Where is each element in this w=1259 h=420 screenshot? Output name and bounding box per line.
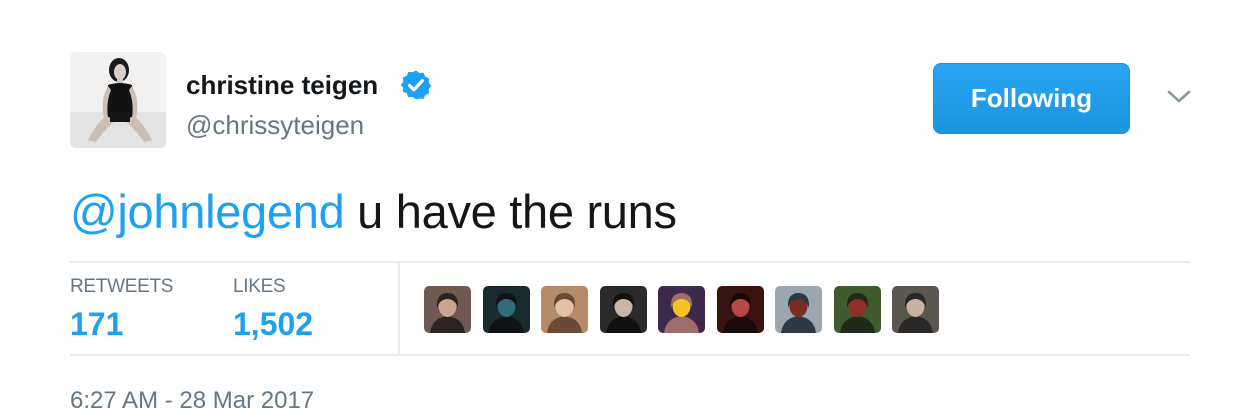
liker-photo-image: [775, 286, 822, 333]
likes-stat[interactable]: LIKES 1,502: [233, 276, 313, 343]
liker-avatar-4[interactable]: [600, 286, 647, 333]
liker-avatar-2[interactable]: [483, 286, 530, 333]
profile-avatar[interactable]: [70, 52, 166, 148]
liker-photo-image: [541, 286, 588, 333]
mention-link[interactable]: @johnlegend: [70, 185, 345, 238]
display-name[interactable]: christine teigen: [186, 70, 378, 101]
liker-photo-image: [834, 286, 881, 333]
liker-avatar-1[interactable]: [424, 286, 471, 333]
liker-photo-image: [424, 286, 471, 333]
following-button[interactable]: Following: [933, 63, 1130, 134]
chevron-down-icon[interactable]: [1164, 85, 1194, 109]
retweets-label: RETWEETS: [70, 276, 174, 297]
liker-avatar-8[interactable]: [834, 286, 881, 333]
tweet-text: @johnlegend u have the runs: [70, 182, 677, 242]
liker-avatar-7[interactable]: [775, 286, 822, 333]
tweet-card: christine teigen @chrissyteigen Followin…: [0, 0, 1259, 420]
retweets-count: 171: [70, 306, 124, 342]
stats-separator: [398, 263, 400, 355]
verified-badge-icon: [400, 70, 432, 100]
liker-avatar-9[interactable]: [892, 286, 939, 333]
liker-photo-image: [892, 286, 939, 333]
user-handle[interactable]: @chrissyteigen: [186, 110, 364, 141]
liker-photo-image: [600, 286, 647, 333]
likes-label: LIKES: [233, 276, 286, 297]
liker-avatar-3[interactable]: [541, 286, 588, 333]
liker-photo-image: [717, 286, 764, 333]
divider-top: [70, 261, 1190, 263]
retweets-stat[interactable]: RETWEETS 171: [70, 276, 173, 343]
likes-count: 1,502: [233, 306, 314, 342]
liker-avatar-5[interactable]: [658, 286, 705, 333]
profile-photo-image: [70, 52, 166, 148]
tweet-timestamp[interactable]: 6:27 AM - 28 Mar 2017: [70, 387, 314, 415]
liker-avatar-6[interactable]: [717, 286, 764, 333]
tweet-body-text: u have the runs: [344, 185, 677, 238]
liker-photo-image: [483, 286, 530, 333]
liker-photo-image: [658, 286, 705, 333]
divider-bottom: [70, 354, 1190, 356]
